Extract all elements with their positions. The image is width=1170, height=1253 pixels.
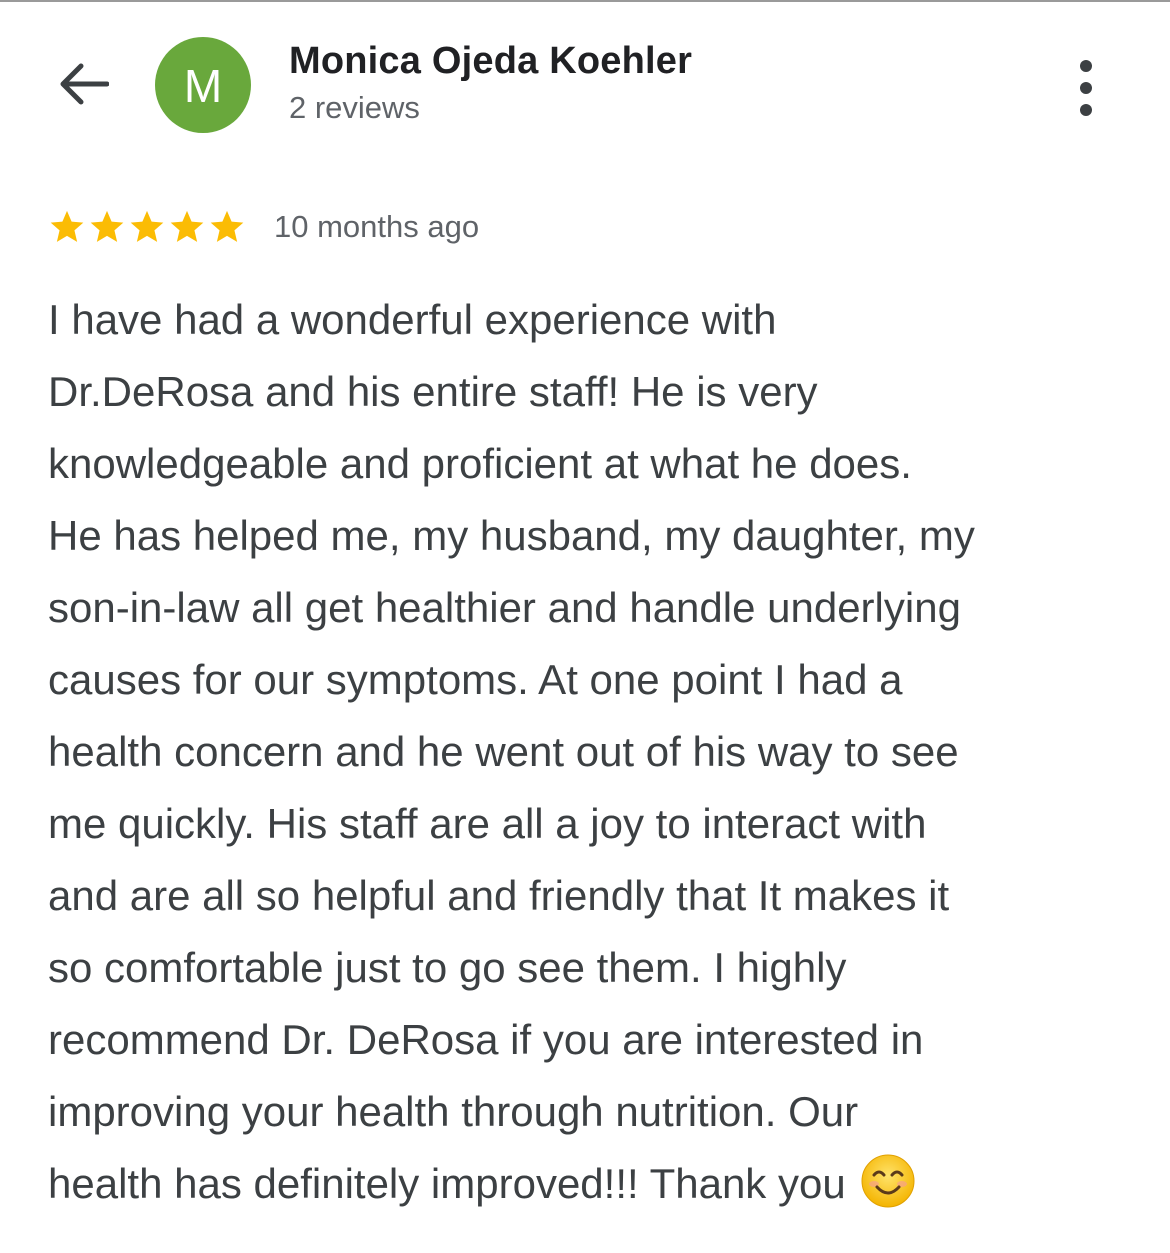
review-text-line: causes for our symptoms. At one point I …	[48, 656, 903, 703]
review-text-line: Dr.DeRosa and his entire staff! He is ve…	[48, 368, 818, 415]
review-text-line: me quickly. His staff are all a joy to i…	[48, 800, 927, 847]
review-text-line: son-in-law all get healthier and handle …	[48, 584, 961, 631]
more-vertical-icon-dot	[1080, 82, 1092, 94]
star-icon	[130, 210, 164, 242]
review-text-line: and are all so helpful and friendly that…	[48, 872, 950, 919]
smiling-face-emoji	[861, 1154, 915, 1208]
star-icon	[170, 210, 204, 242]
rating-row: 10 months ago	[48, 205, 479, 249]
review-text: I have had a wonderful experience with Dr…	[48, 284, 1138, 1220]
review-text-line: knowledgeable and proficient at what he …	[48, 440, 912, 487]
back-arrow-icon	[60, 63, 109, 105]
review-text-line: I have had a wonderful experience with	[48, 296, 777, 343]
reviewer-review-count: 2 reviews	[289, 90, 420, 125]
back-button[interactable]	[54, 58, 112, 110]
review-text-line: He has helped me, my husband, my daughte…	[48, 512, 975, 559]
reviewer-name[interactable]: Monica Ojeda Koehler	[289, 40, 692, 83]
star-rating	[48, 208, 248, 246]
star-icon	[90, 210, 124, 242]
more-vertical-icon-dot	[1080, 104, 1092, 116]
review-time: 10 months ago	[274, 209, 480, 244]
star-icon	[50, 210, 84, 242]
review-text-line: so comfortable just to go see them. I hi…	[48, 944, 847, 991]
review-text-line: recommend Dr. DeRosa if you are interest…	[48, 1016, 924, 1063]
more-options-button[interactable]	[1060, 56, 1112, 120]
review-text-line: health has definitely improved!!! Thank …	[48, 1148, 1138, 1220]
star-icon	[210, 210, 244, 242]
more-vertical-icon	[1080, 60, 1092, 72]
review-header: M Monica Ojeda Koehler 2 reviews	[0, 0, 1170, 160]
avatar-initial: M	[183, 60, 223, 112]
review-text-line: health concern and he went out of his wa…	[48, 728, 959, 775]
review-text-line: improving your health through nutrition.…	[48, 1088, 859, 1135]
avatar[interactable]: M	[155, 37, 251, 133]
